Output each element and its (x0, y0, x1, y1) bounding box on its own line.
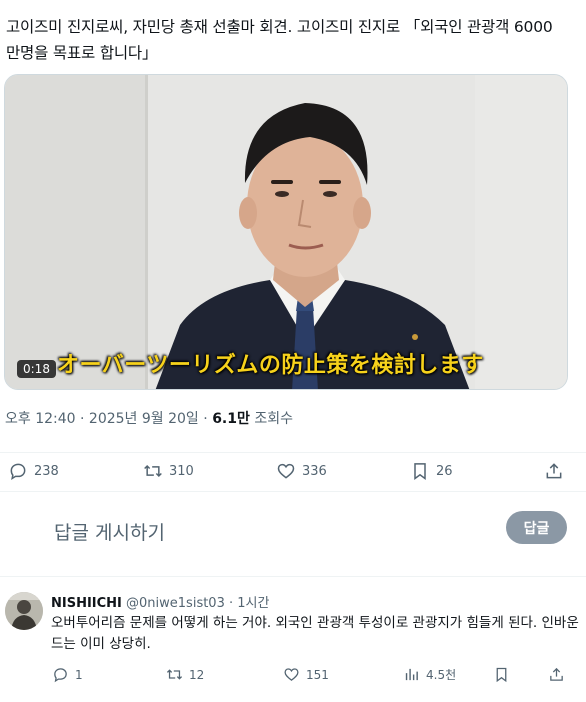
divider (0, 576, 586, 577)
bookmark-count: 26 (436, 463, 453, 479)
reply-time[interactable]: · 1시간 (229, 596, 269, 611)
reply-composer: 답글 게시하기 답글 (0, 496, 586, 566)
reply-text: 오버투어리즘 문제를 어떻게 하는 거야. 외국인 관광객 투성이로 관광지가 … (51, 615, 579, 652)
reply-repost-count: 12 (189, 667, 205, 682)
reply-like-action[interactable]: 151 (283, 666, 329, 683)
reply-repost-action[interactable]: 12 (166, 666, 204, 683)
reply-tweet[interactable]: NISHIICHI @0niwe1sist03 · 1시간 오버투어리즘 문제를… (0, 580, 586, 702)
bookmark-icon (496, 667, 507, 683)
reply-action-bar: 1 12 151 4.5천 (0, 666, 586, 686)
like-count: 336 (302, 463, 327, 479)
reply-action[interactable]: 238 (8, 461, 59, 481)
views-count: 6.1만 (212, 411, 250, 427)
reply-share-action[interactable] (548, 666, 565, 683)
video-frame-image (5, 75, 567, 389)
meta-separator: · (75, 411, 89, 427)
repost-arrows-icon (144, 464, 162, 478)
reply-input[interactable]: 답글 게시하기 (54, 518, 165, 545)
bookmark-icon (414, 463, 426, 480)
tweet-time[interactable]: 오후 12:40 (5, 411, 76, 427)
reply-views-action[interactable]: 4.5천 (403, 666, 456, 683)
views-label: 조회수 (249, 411, 293, 427)
divider (0, 491, 586, 492)
bar-chart-icon (405, 668, 418, 681)
share-upload-icon (550, 667, 563, 681)
reply-reply-action[interactable]: 1 (52, 666, 83, 683)
reply-author-handle[interactable]: @0niwe1sist03 (126, 596, 225, 611)
speech-bubble-icon (54, 668, 67, 683)
video-subtitle: オーバーツーリズムの防止策を検討します (57, 353, 484, 378)
reply-submit-button[interactable]: 답글 (506, 511, 567, 544)
reply-count: 238 (34, 463, 59, 479)
reply-like-count: 151 (306, 667, 329, 682)
share-upload-icon (546, 463, 562, 479)
video-timestamp: 0:18 (17, 360, 56, 378)
avatar-image (5, 592, 43, 630)
reply-views-count: 4.5천 (426, 668, 457, 682)
bookmark-action[interactable]: 26 (410, 461, 453, 481)
heart-icon (277, 463, 295, 479)
tweet-date[interactable]: 2025년 9월 20일 (89, 411, 199, 427)
tweet-action-bar: 238 310 336 26 (0, 452, 586, 488)
tweet-video[interactable]: オーバーツーリズムの防止策を検討します 0:18 (4, 74, 568, 390)
reply-header: NISHIICHI @0niwe1sist03 · 1시간 (51, 592, 269, 611)
tweet-meta: 오후 12:40 · 2025년 9월 20일 · 6.1만 조회수 (5, 408, 293, 428)
meta-separator: · (198, 411, 213, 427)
repost-count: 310 (169, 463, 194, 479)
heart-icon (284, 668, 299, 681)
repost-arrows-icon (166, 669, 183, 680)
tweet-text: 고이즈미 진지로씨, 자민당 총재 선출마 회견. 고이즈미 진지로 「외국인 … (6, 18, 553, 62)
share-action[interactable] (544, 461, 564, 481)
reply-author-name[interactable]: NISHIICHI (51, 596, 122, 611)
reply-reply-count: 1 (75, 667, 83, 682)
speech-bubble-icon (10, 463, 26, 481)
reply-bookmark-action[interactable] (493, 666, 510, 683)
like-action[interactable]: 336 (276, 461, 327, 481)
repost-action[interactable]: 310 (143, 461, 194, 481)
avatar[interactable] (5, 592, 43, 630)
